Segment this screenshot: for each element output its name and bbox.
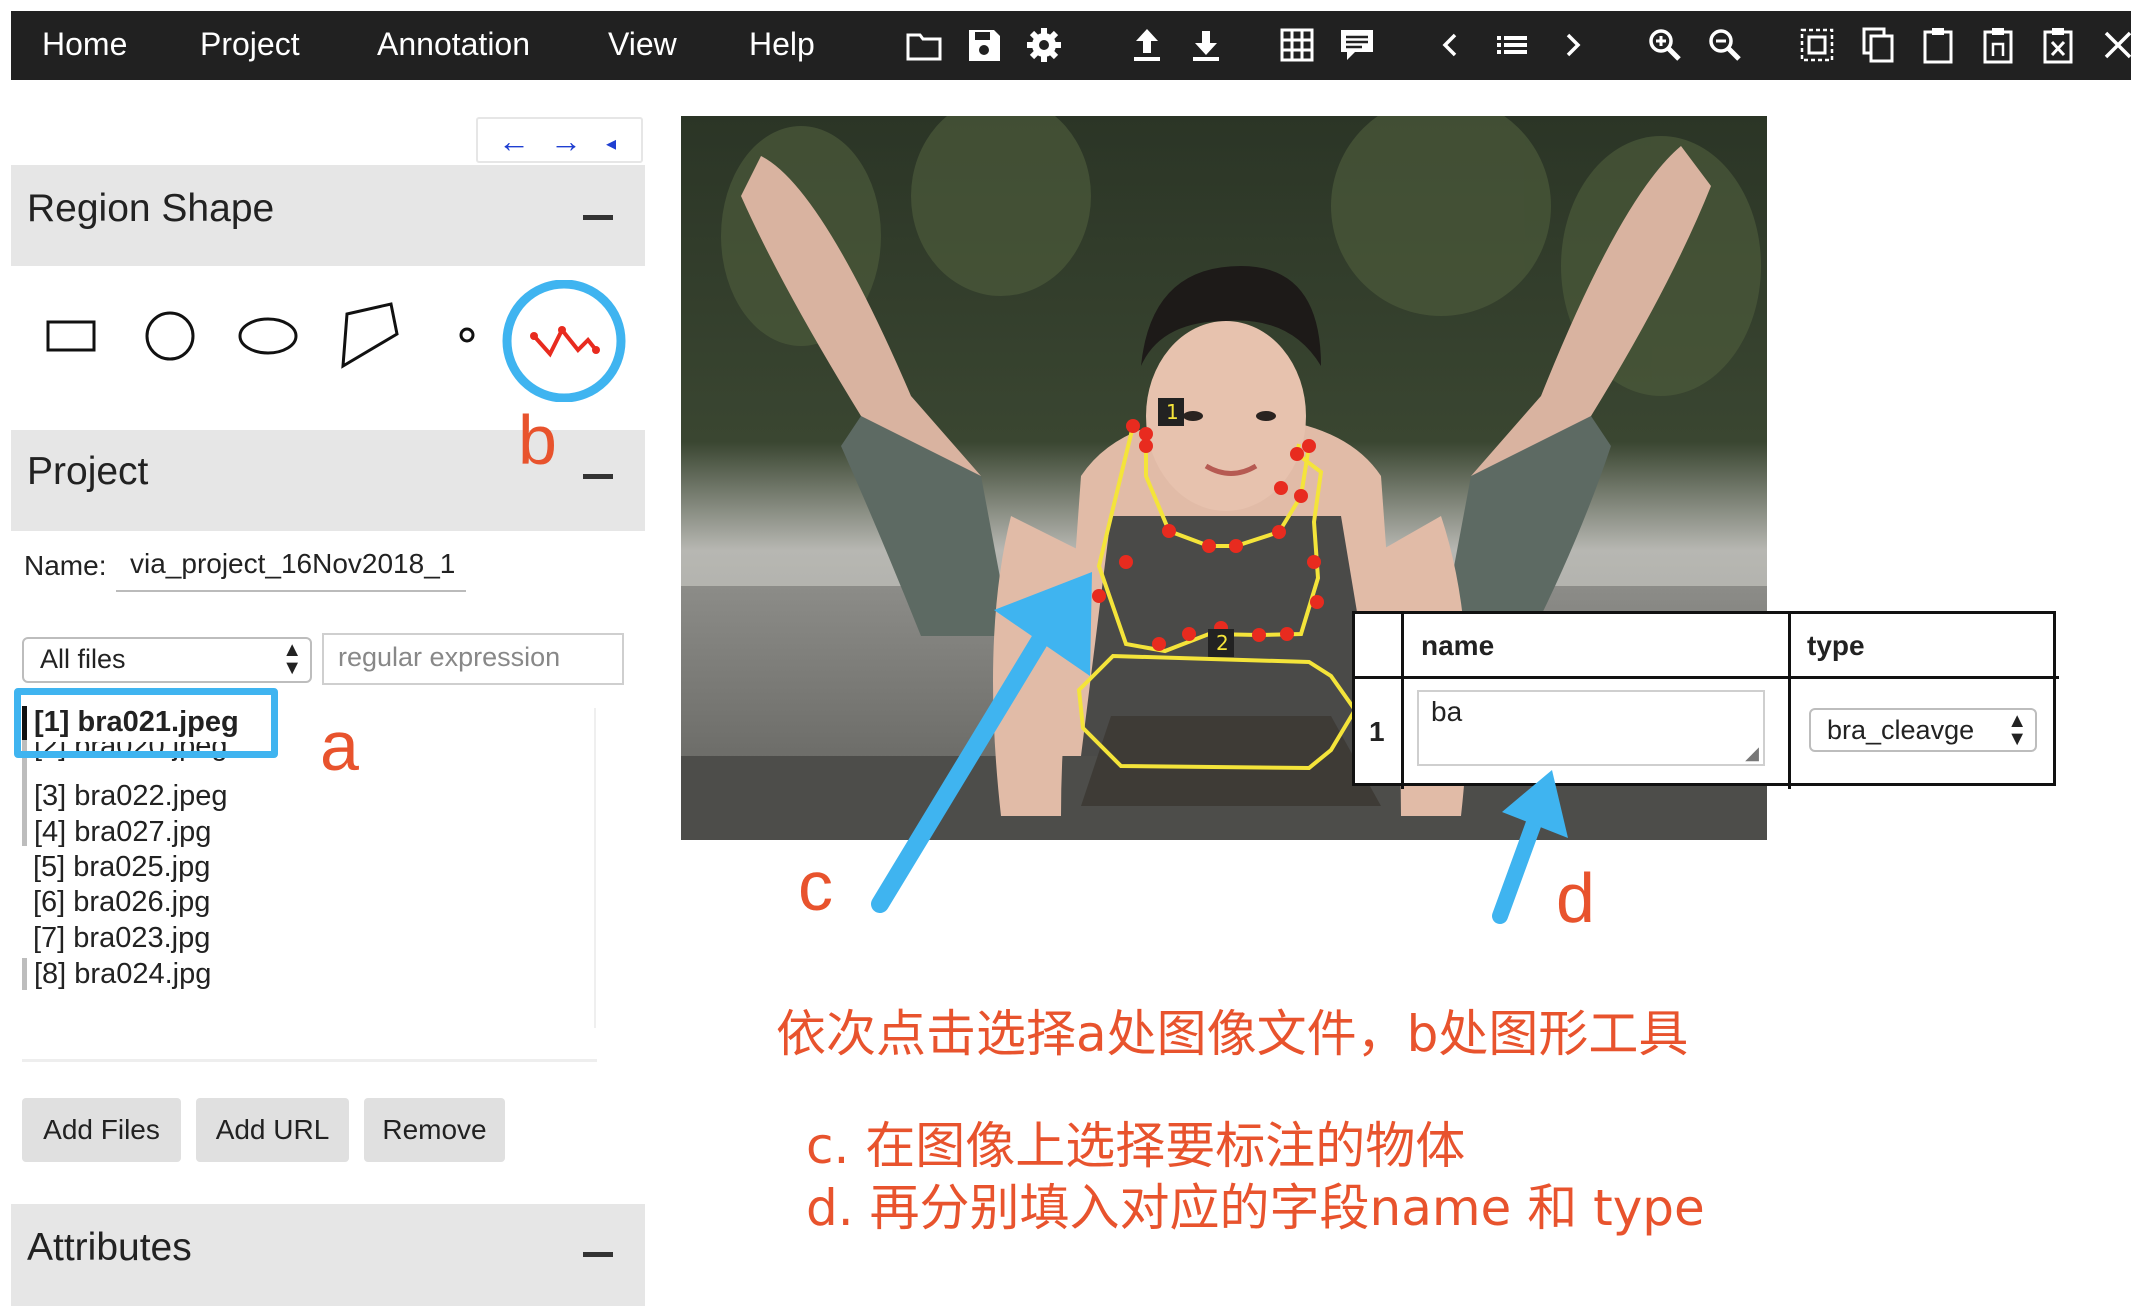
annotation-label-d: d bbox=[1556, 859, 1595, 937]
annotation-label-a: a bbox=[320, 707, 359, 785]
annotation-label-b: b bbox=[518, 401, 557, 479]
instruction-line-1: 依次点击选择a处图像文件，b处图形工具 bbox=[776, 1005, 1689, 1063]
instruction-line-3: d. 再分别填入对应的字段name 和 type bbox=[806, 1179, 1705, 1237]
annotation-label-c: c bbox=[798, 847, 833, 925]
